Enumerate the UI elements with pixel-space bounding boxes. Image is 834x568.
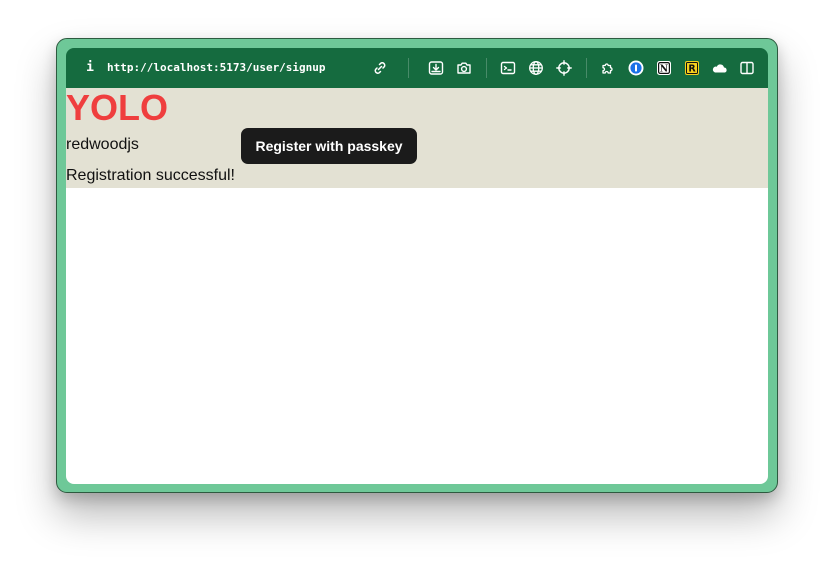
status-message: Registration successful! [66, 167, 235, 184]
app-header-area: YOLO redwoodjs Register with passkey Reg… [66, 88, 768, 188]
toolbar-separator [408, 58, 409, 78]
info-icon[interactable]: i [84, 59, 96, 77]
puzzle-icon[interactable] [599, 59, 617, 77]
page-viewport: YOLO redwoodjs Register with passkey Reg… [66, 88, 768, 484]
browser-window: i http://localhost:5173/user/signup N R … [56, 38, 778, 493]
link-icon[interactable] [371, 59, 389, 77]
toolbar-separator [486, 58, 487, 78]
download-icon[interactable] [427, 59, 445, 77]
cloud-extension-icon[interactable] [711, 59, 729, 77]
browser-toolbar: i http://localhost:5173/user/signup N R [66, 48, 768, 88]
brand-label: redwoodjs [66, 136, 139, 153]
onepassword-icon[interactable] [627, 59, 645, 77]
crosshair-icon[interactable] [555, 59, 573, 77]
url-bar[interactable]: http://localhost:5173/user/signup [107, 60, 326, 76]
r-extension-icon[interactable]: R [683, 59, 701, 77]
camera-icon[interactable] [455, 59, 473, 77]
toolbar-separator [586, 58, 587, 78]
page-title: YOLO [66, 88, 169, 128]
notion-icon-label: N [660, 65, 668, 75]
notion-icon[interactable]: N [655, 59, 673, 77]
globe-icon[interactable] [527, 59, 545, 77]
sidebar-icon[interactable] [738, 59, 756, 77]
terminal-icon[interactable] [499, 59, 517, 77]
r-extension-icon-label: R [688, 64, 696, 75]
register-with-passkey-button[interactable]: Register with passkey [241, 128, 417, 164]
